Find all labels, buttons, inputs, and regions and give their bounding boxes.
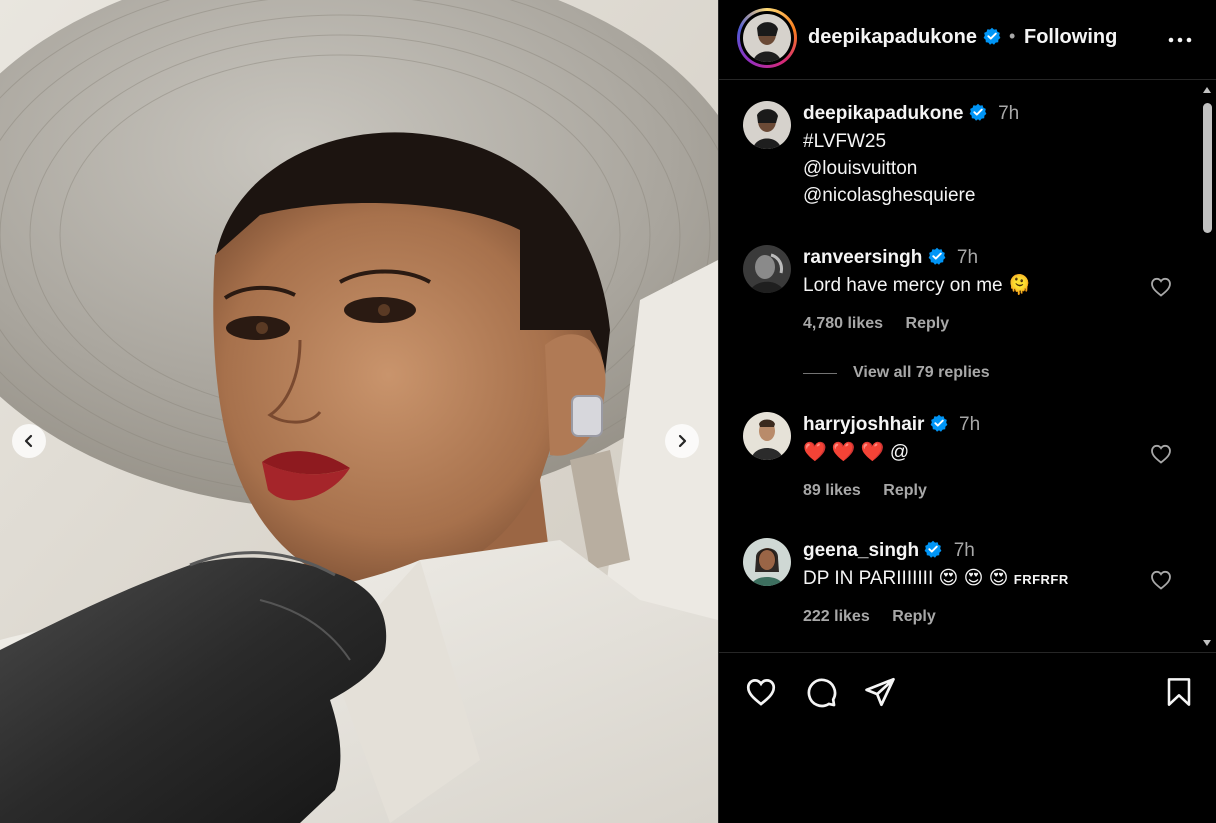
view-all-replies-button[interactable]: View all 79 replies [803,364,990,382]
commenter-avatar[interactable] [743,412,791,460]
more-options-icon[interactable] [1167,27,1193,53]
comment-text-content: DP IN PARIIIIIII [803,568,934,589]
carousel-next-button[interactable] [665,424,699,458]
verified-badge-icon [930,414,948,432]
commenter-username[interactable]: geena_singh 7h [803,540,975,562]
caption-author-name[interactable]: deepikapadukone [803,103,964,124]
commenter-username[interactable]: harryjoshhair 7h [803,414,980,436]
comment-likes-count[interactable]: 89 likes [803,482,861,499]
comment-icon[interactable] [803,675,839,709]
commenter-avatar[interactable] [743,245,791,293]
comment-likes-count[interactable]: 222 likes [803,608,870,625]
comment-timestamp[interactable]: 7h [959,414,980,435]
verified-badge-icon [925,540,942,558]
comment-meta: 222 likes Reply [803,608,954,626]
commenter-name[interactable]: ranveersingh [803,247,922,268]
comments-list[interactable]: deepikapadukone 7h #LVFW25 @louisvuitton… [719,81,1199,652]
author-avatar-story-ring[interactable] [737,8,797,68]
comment-emoji: 🫠 [1007,275,1032,296]
verified-badge-icon [983,27,1000,45]
comment-text: Lord have mercy on me 🫠 [803,272,1032,299]
commenter-username[interactable]: ranveersingh 7h [803,247,978,269]
comment-text-content: @ [889,442,910,463]
post-image[interactable] [0,0,718,823]
caption-timestamp[interactable]: 7h [998,103,1019,124]
author-avatar [743,14,791,62]
comment-suffix-text: FRFRFR [1013,572,1069,587]
comment-likes-count[interactable]: 4,780 likes [803,315,883,332]
scroll-up-arrow-icon[interactable] [1203,87,1211,93]
post-author-name[interactable]: deepikapadukone [808,26,977,48]
comment-reply-button[interactable]: Reply [892,608,936,625]
post-header: deepikapadukone • Following [719,0,1216,80]
comments-scrollbar[interactable] [1199,81,1216,652]
view-replies-label[interactable]: View all 79 replies [853,364,990,382]
comment-emoji: 😍 😍 😍 [938,568,1009,589]
comment-meta: 89 likes Reply [803,482,945,500]
caption-mention-nicolasghesquiere[interactable]: @nicolasghesquiere [803,182,975,209]
comment-text-content: Lord have mercy on me [803,275,1003,296]
comment-text: ❤️ ❤️ ❤️ @ [803,439,909,466]
comment-timestamp[interactable]: 7h [954,540,975,561]
comment-timestamp[interactable]: 7h [957,247,978,268]
following-button[interactable]: Following [1024,26,1117,49]
commenter-name[interactable]: geena_singh [803,540,919,561]
comment-like-heart-icon[interactable] [1149,442,1173,466]
verified-badge-icon [969,103,987,121]
commenter-avatar[interactable] [743,538,791,586]
comment-meta: 4,780 likes Reply [803,315,967,333]
verified-badge-icon [928,247,946,265]
post-details-panel: deepikapadukone • Following deepikapaduk… [718,0,1216,823]
heart-icon[interactable] [743,675,779,709]
scrollbar-thumb[interactable] [1203,103,1212,233]
share-icon[interactable] [863,675,897,709]
comment-text: DP IN PARIIIIIII 😍 😍 😍 FRFRFR [803,565,1069,593]
chevron-right-icon [678,434,687,448]
caption-hashtag[interactable]: #LVFW25 [803,128,886,155]
caption-mention-louisvuitton[interactable]: @louisvuitton [803,155,917,182]
comment-reply-button[interactable]: Reply [906,315,950,332]
caption-author-avatar[interactable] [743,101,791,149]
comment-like-heart-icon[interactable] [1149,275,1173,299]
post-author-username[interactable]: deepikapadukone [808,26,1001,49]
chevron-left-icon [24,434,33,448]
commenter-name[interactable]: harryjoshhair [803,414,924,435]
portrait-photo [0,0,718,823]
carousel-prev-button[interactable] [12,424,46,458]
separator-dot: • [1009,26,1016,46]
bookmark-icon[interactable] [1163,675,1195,709]
post-action-bar [719,652,1216,732]
scroll-down-arrow-icon[interactable] [1203,640,1211,646]
caption-author-username[interactable]: deepikapadukone 7h [803,103,1019,125]
replies-divider-line [803,372,837,374]
comment-reply-button[interactable]: Reply [883,482,927,499]
comment-like-heart-icon[interactable] [1149,568,1173,592]
comment-emoji: ❤️ ❤️ ❤️ [803,442,885,463]
